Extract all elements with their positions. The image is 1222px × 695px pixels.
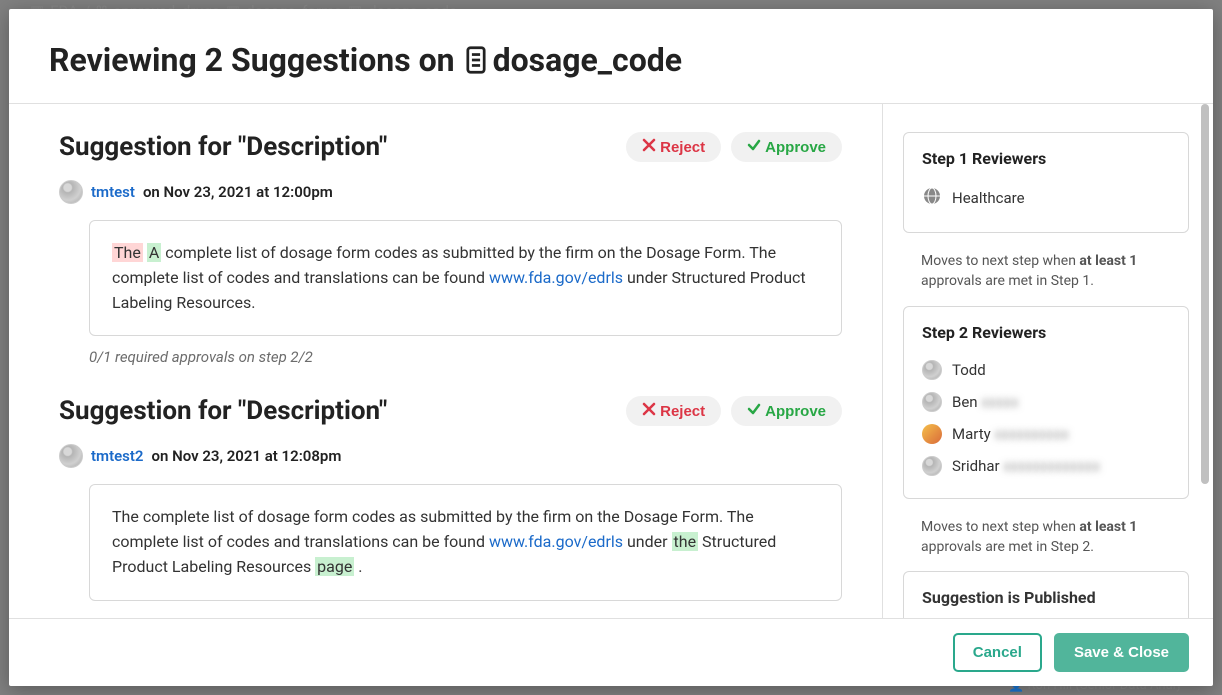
reviewer-name: Sridhar xxxxxxxxxxxxx — [952, 457, 1100, 475]
suggestion-title: Suggestion for "Description" — [59, 396, 387, 426]
reviewer-row: Healthcare — [922, 180, 1170, 216]
reviewer-name: Todd — [952, 361, 986, 379]
reviewers-panel: Step 1 Reviewers Healthcare Moves to nex… — [883, 104, 1213, 618]
cancel-button[interactable]: Cancel — [953, 633, 1042, 672]
reviewer-row: Marty xxxxxxxxxx — [922, 418, 1170, 450]
modal-title: Reviewing 2 Suggestions on dosage_code — [49, 41, 1173, 79]
added-text: the — [672, 532, 699, 551]
reject-button[interactable]: Reject — [626, 132, 721, 162]
suggestions-panel: Suggestion for "Description" Reject — [9, 104, 883, 618]
reviewer-row: Todd — [922, 354, 1170, 386]
step1-note: Moves to next step when at least 1 appro… — [903, 249, 1189, 306]
avatar — [922, 392, 942, 412]
step2-note: Moves to next step when at least 1 appro… — [903, 515, 1189, 572]
content-link[interactable]: www.fda.gov/edrls — [489, 532, 623, 551]
added-text: A — [147, 243, 161, 262]
reviewer-name: Ben xxxxx — [952, 393, 1019, 411]
avatar — [922, 424, 942, 444]
removed-text: The — [112, 243, 143, 262]
x-icon — [642, 138, 656, 156]
diff-content: The complete list of dosage form codes a… — [89, 484, 842, 600]
author-date: on Nov 23, 2021 at 12:08pm — [152, 447, 342, 465]
avatar — [59, 444, 83, 468]
content-link[interactable]: www.fda.gov/edrls — [489, 268, 623, 287]
avatar — [922, 360, 942, 380]
suggestion-item: Suggestion for "Description" Reject — [59, 132, 842, 366]
reviewer-row: Sridhar xxxxxxxxxxxxx — [922, 450, 1170, 482]
modal-header: Reviewing 2 Suggestions on dosage_code — [9, 9, 1213, 104]
approve-button[interactable]: Approve — [731, 396, 842, 426]
scrollbar[interactable] — [1201, 104, 1211, 618]
card-title: Step 2 Reviewers — [922, 323, 1170, 342]
save-close-button[interactable]: Save & Close — [1054, 633, 1189, 672]
column-icon — [463, 45, 489, 75]
added-text: page — [315, 557, 354, 576]
check-icon — [747, 402, 761, 420]
review-suggestions-modal: Reviewing 2 Suggestions on dosage_code — [9, 9, 1213, 686]
step1-reviewers-card: Step 1 Reviewers Healthcare — [903, 132, 1189, 233]
check-icon — [747, 138, 761, 156]
modal-footer: Cancel Save & Close — [9, 618, 1213, 686]
author-link[interactable]: tmtest — [91, 183, 135, 201]
globe-icon — [922, 186, 942, 210]
approval-status: 0/1 required approvals on step 2/2 — [89, 348, 842, 366]
diff-content: The A complete list of dosage form codes… — [89, 220, 842, 336]
approve-button[interactable]: Approve — [731, 132, 842, 162]
suggestion-item: Suggestion for "Description" Reject — [59, 396, 842, 600]
author-date: on Nov 23, 2021 at 12:00pm — [143, 183, 333, 201]
suggestion-title: Suggestion for "Description" — [59, 132, 387, 162]
avatar — [59, 180, 83, 204]
published-card: Suggestion is Published — [903, 571, 1189, 618]
reviewer-name: Marty xxxxxxxxxx — [952, 425, 1069, 443]
reviewer-name: Healthcare — [952, 189, 1025, 207]
x-icon — [642, 402, 656, 420]
avatar — [922, 456, 942, 476]
reject-button[interactable]: Reject — [626, 396, 721, 426]
step2-reviewers-card: Step 2 Reviewers Todd Ben xxxxx Marty xx… — [903, 306, 1189, 499]
author-link[interactable]: tmtest2 — [91, 447, 144, 465]
reviewer-row: Ben xxxxx — [922, 386, 1170, 418]
card-title: Step 1 Reviewers — [922, 149, 1170, 168]
